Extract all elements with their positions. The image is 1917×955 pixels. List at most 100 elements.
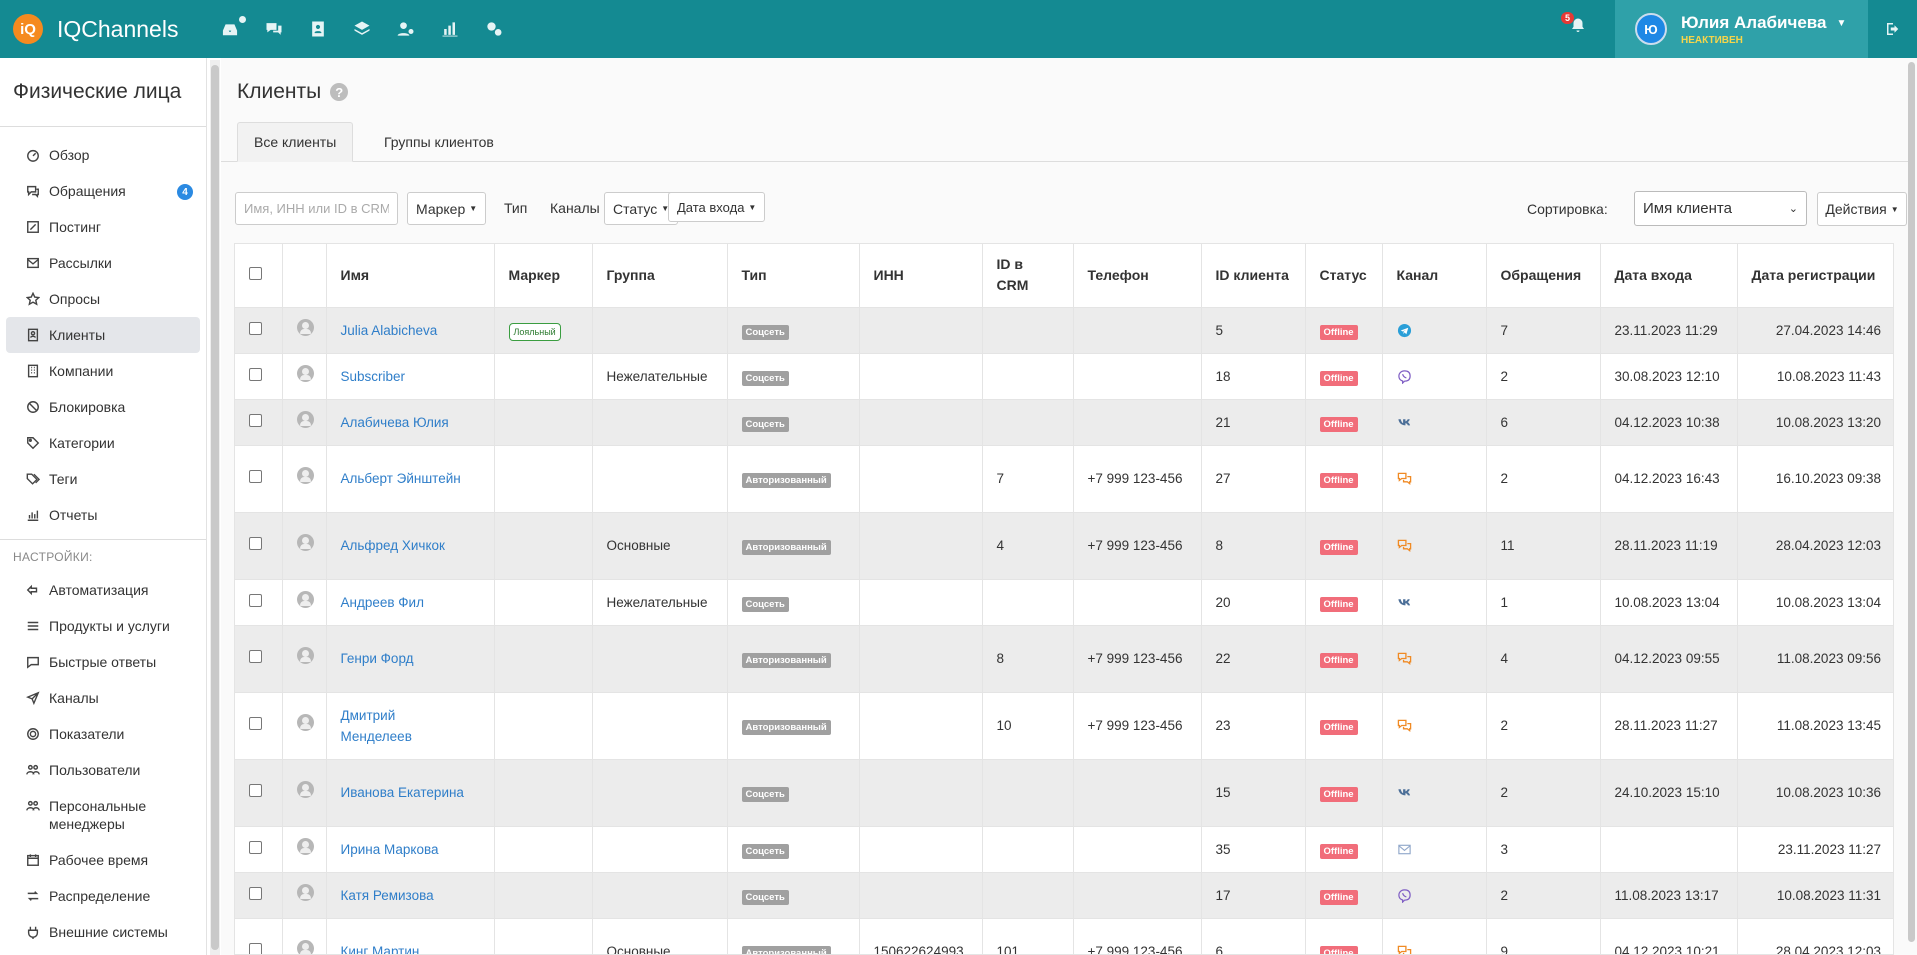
row-checkbox[interactable] bbox=[249, 886, 262, 900]
contacts-icon[interactable] bbox=[306, 17, 330, 41]
row-checkbox[interactable] bbox=[249, 593, 262, 607]
column-header-requests[interactable]: Обращения bbox=[1486, 244, 1601, 308]
row-checkbox[interactable] bbox=[249, 537, 262, 550]
tab-client-groups[interactable]: Группы клиентов bbox=[368, 122, 510, 162]
row-checkbox[interactable] bbox=[249, 943, 262, 954]
client-id-cell: 23 bbox=[1201, 692, 1306, 760]
column-header-phone[interactable]: Телефон bbox=[1073, 244, 1202, 308]
sidebar-item-companies[interactable]: Компании bbox=[6, 353, 200, 389]
table-row[interactable]: Андреев Фил Нежелательные Соцсеть 20 Offline… bbox=[235, 579, 1893, 626]
client-name-link[interactable]: Катя Ремизова bbox=[341, 888, 434, 903]
sort-select[interactable]: Имя клиента ⌄ bbox=[1634, 191, 1807, 226]
sidebar-item-mailings[interactable]: Рассылки bbox=[6, 245, 200, 281]
column-header-inn[interactable]: ИНН bbox=[859, 244, 983, 308]
table-row[interactable]: Ирина Маркова Соцсеть 35 Offline 3 23.11.2023… bbox=[235, 826, 1893, 873]
client-name-link[interactable]: Иванова Екатерина bbox=[341, 785, 464, 800]
notifications-bell[interactable]: 5 bbox=[1561, 12, 1593, 41]
user-menu[interactable]: Ю Юлия Алабичева НЕАКТИВЕН ▼ bbox=[1615, 0, 1868, 58]
table-row[interactable]: Subscriber Нежелательные Соцсеть 18 Offline 2… bbox=[235, 353, 1893, 400]
help-icon[interactable]: ? bbox=[330, 83, 349, 101]
inbox-icon[interactable] bbox=[218, 16, 246, 41]
client-name-link[interactable]: Дмитрий Менделеев bbox=[341, 705, 441, 747]
sidebar-item-clients[interactable]: Клиенты bbox=[6, 317, 200, 353]
column-header-client-id[interactable]: ID клиента bbox=[1201, 244, 1306, 308]
row-checkbox[interactable] bbox=[249, 840, 262, 854]
sidebar-item-reports[interactable]: Отчеты bbox=[6, 497, 200, 533]
table-row[interactable]: Генри Форд Авторизованный 8 +7 999 123-456 2… bbox=[235, 625, 1893, 693]
column-header-group[interactable]: Группа bbox=[592, 244, 728, 308]
client-name-link[interactable]: Алабичева Юлия bbox=[341, 415, 449, 430]
type-filter[interactable]: Тип bbox=[504, 200, 527, 216]
settings-gears-icon[interactable] bbox=[482, 17, 506, 41]
sidebar-item-quick-replies[interactable]: Быстрые ответы bbox=[6, 644, 200, 680]
table-row[interactable]: Julia Alabicheva Лояльный Соцсеть 5 Offline 7… bbox=[235, 307, 1893, 354]
layers-icon[interactable] bbox=[350, 17, 374, 41]
client-name-link[interactable]: Андреев Фил bbox=[341, 595, 424, 610]
sidebar-item-channels[interactable]: Каналы bbox=[6, 680, 200, 716]
column-header-registration-date[interactable]: Дата регистрации bbox=[1737, 244, 1893, 308]
select-all-checkbox[interactable] bbox=[249, 266, 262, 280]
table-row[interactable]: Иванова Екатерина Соцсеть 15 Offline 2 24.10.… bbox=[235, 759, 1893, 827]
column-header-type[interactable]: Тип bbox=[727, 244, 860, 308]
row-checkbox[interactable] bbox=[249, 650, 262, 663]
sidebar-item-external-systems[interactable]: Внешние системы bbox=[6, 914, 200, 950]
sidebar-scrollbar[interactable] bbox=[210, 60, 220, 955]
sidebar-item-metrics[interactable]: Показатели bbox=[6, 716, 200, 752]
row-checkbox[interactable] bbox=[249, 367, 262, 381]
client-name-link[interactable]: Кинг Мартин bbox=[341, 944, 420, 954]
login-date-filter-dropdown[interactable]: Дата входа ▼ bbox=[668, 192, 766, 222]
column-header-login-date[interactable]: Дата входа bbox=[1600, 244, 1738, 308]
marker-filter-dropdown[interactable]: Маркер ▼ bbox=[407, 192, 487, 225]
sidebar-item-tags[interactable]: Теги bbox=[6, 461, 200, 497]
logout-button[interactable] bbox=[1868, 0, 1917, 58]
client-name-link[interactable]: Subscriber bbox=[341, 369, 406, 384]
row-checkbox[interactable] bbox=[249, 784, 262, 797]
column-header-name[interactable]: Имя bbox=[326, 244, 495, 308]
main-scrollbar[interactable] bbox=[1906, 60, 1917, 955]
client-name-link[interactable]: Генри Форд bbox=[341, 651, 414, 666]
requests-cell: 2 bbox=[1486, 353, 1601, 400]
client-name-link[interactable]: Ирина Маркова bbox=[341, 842, 439, 857]
table-row[interactable]: Альберт Эйнштейн Авторизованный 7 +7 999 12… bbox=[235, 445, 1893, 513]
sidebar-item-posting[interactable]: Постинг bbox=[6, 209, 200, 245]
search-input[interactable] bbox=[235, 192, 398, 225]
tab-all-clients[interactable]: Все клиенты bbox=[237, 122, 354, 162]
row-checkbox[interactable] bbox=[249, 413, 262, 427]
column-header-status[interactable]: Статус bbox=[1305, 244, 1383, 308]
sidebar-item-products[interactable]: Продукты и услуги bbox=[6, 608, 200, 644]
brand[interactable]: iQ IQChannels bbox=[0, 14, 210, 44]
column-header-crm-id[interactable]: ID в CRM bbox=[982, 244, 1074, 308]
registration-date-cell: 11.08.2023 09:56 bbox=[1737, 625, 1893, 693]
table-row[interactable]: Дмитрий Менделеев Авторизованный 10 +7 999 … bbox=[235, 692, 1893, 760]
row-checkbox[interactable] bbox=[249, 470, 262, 483]
table-row[interactable]: Альфред Хичкок Основные Авторизованный 4 +7 … bbox=[235, 512, 1893, 580]
crm-id-cell: 4 bbox=[982, 512, 1074, 580]
table-row[interactable]: Алабичева Юлия Соцсеть 21 Offline 6 04.12.202… bbox=[235, 399, 1893, 446]
client-name-link[interactable]: Julia Alabicheva bbox=[341, 323, 438, 338]
chats-icon[interactable] bbox=[262, 17, 286, 41]
analytics-icon[interactable] bbox=[438, 17, 462, 41]
channels-filter[interactable]: Каналы bbox=[550, 200, 600, 216]
table-row[interactable]: Кинг Мартин Основные Авторизованный 1506226… bbox=[235, 918, 1893, 954]
sidebar-item-personal-managers[interactable]: Персональные менеджеры bbox=[6, 788, 200, 842]
client-name-link[interactable]: Альберт Эйнштейн bbox=[341, 471, 461, 486]
status-badge: Offline bbox=[1319, 540, 1358, 555]
sidebar-item-categories[interactable]: Категории bbox=[6, 425, 200, 461]
client-name-link[interactable]: Альфред Хичкок bbox=[341, 538, 445, 553]
column-header-channel[interactable]: Канал bbox=[1382, 244, 1487, 308]
row-checkbox[interactable] bbox=[249, 321, 262, 335]
users-settings-icon[interactable] bbox=[394, 17, 418, 41]
sidebar-item-distribution[interactable]: Распределение bbox=[6, 878, 200, 914]
sidebar-item-requests[interactable]: Обращения 4 bbox=[6, 173, 200, 209]
column-header-marker[interactable]: Маркер bbox=[494, 244, 593, 308]
phone-cell: +7 999 123-456 bbox=[1073, 918, 1202, 954]
sidebar-item-users[interactable]: Пользователи bbox=[6, 752, 200, 788]
sidebar-item-working-time[interactable]: Рабочее время bbox=[6, 842, 200, 878]
table-row[interactable]: Катя Ремизова Соцсеть 17 Offline 2 11.08.2023… bbox=[235, 872, 1893, 919]
sidebar-item-surveys[interactable]: Опросы bbox=[6, 281, 200, 317]
sidebar-item-blocking[interactable]: Блокировка bbox=[6, 389, 200, 425]
row-checkbox[interactable] bbox=[249, 717, 262, 730]
sidebar-item-overview[interactable]: Обзор bbox=[6, 137, 200, 173]
sidebar-item-automation[interactable]: Автоматизация bbox=[6, 572, 200, 608]
actions-dropdown-button[interactable]: Действия ▼ bbox=[1817, 192, 1907, 226]
